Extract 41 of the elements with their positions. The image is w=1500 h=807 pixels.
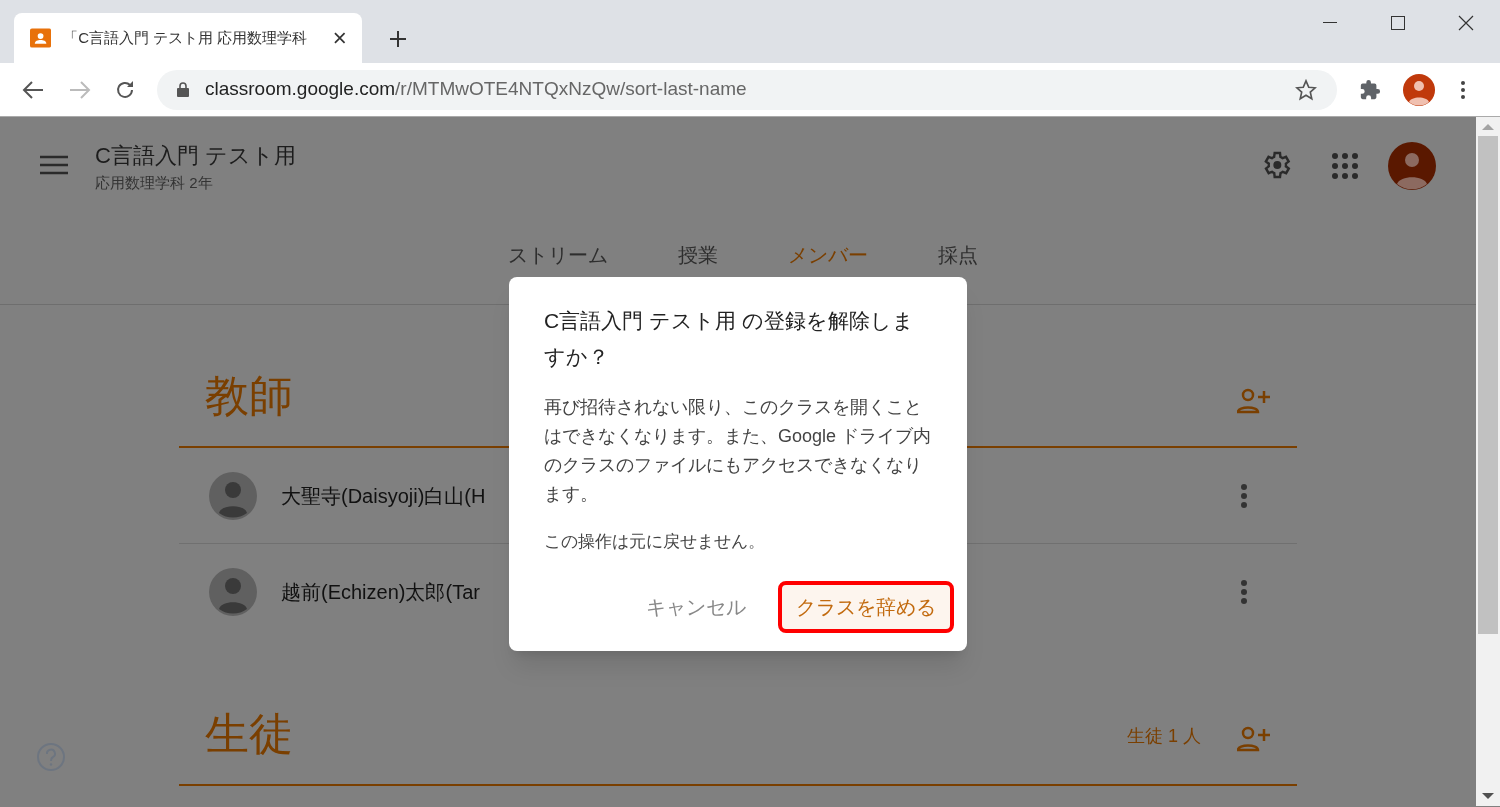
scroll-down-icon[interactable]: [1482, 793, 1494, 800]
avatar-icon[interactable]: [1403, 73, 1435, 106]
leave-class-button[interactable]: クラスを辞める: [778, 580, 954, 633]
cancel-button[interactable]: キャンセル: [628, 580, 764, 633]
close-icon[interactable]: [1458, 15, 1474, 31]
url-text: classroom.google.com/r/MTMwOTE4NTQxNzQw/sort-last-name: [205, 77, 747, 102]
puzzle-icon[interactable]: [1359, 78, 1381, 101]
nav-tab[interactable]: 授業: [678, 240, 718, 270]
dialog-message: 再び招待されない限り、このクラスを開くことはできなくなります。また、Google ドライブ内のクラスのファイルにもアクセスできなくなります。: [544, 396, 933, 506]
nav-tab[interactable]: 採点: [938, 240, 978, 270]
class-section: 応用数理学科 2年: [95, 172, 296, 195]
reload-icon[interactable]: [115, 79, 135, 100]
more-icon[interactable]: [1241, 580, 1247, 604]
scrollbar-thumb[interactable]: [1478, 136, 1498, 634]
browser-tab[interactable]: 「C言語入門 テスト用 応用数理学科: [14, 13, 362, 63]
star-icon[interactable]: [1295, 78, 1317, 101]
avatar-icon: [209, 568, 257, 616]
close-icon[interactable]: [334, 32, 346, 44]
nav-tab[interactable]: ストリーム: [508, 240, 608, 270]
tab-title: 「C言語入門 テスト用 応用数理学科: [63, 27, 309, 48]
section-heading: 教師: [205, 374, 293, 418]
lock-icon: [177, 82, 189, 97]
student-count: 生徒 1 人: [1127, 725, 1201, 748]
back-icon[interactable]: [22, 80, 44, 99]
dialog-title: C言語入門 テスト用 の登録を解除しますか？: [544, 308, 915, 370]
more-icon[interactable]: [1241, 483, 1247, 508]
class-title: C言語入門 テスト用: [95, 142, 296, 170]
member-name: 大聖寺(Daisyoji)白山(H: [281, 483, 486, 509]
maximize-icon[interactable]: [1391, 16, 1405, 30]
menu-icon[interactable]: [1461, 80, 1465, 99]
classroom-icon: [30, 28, 52, 48]
section-heading: 生徒: [205, 712, 293, 756]
minimize-icon[interactable]: [1323, 22, 1337, 24]
avatar-icon[interactable]: [1388, 142, 1436, 190]
member-name: 越前(Echizen)太郎(Tar: [281, 580, 480, 605]
new-tab-icon[interactable]: [390, 31, 406, 47]
avatar-icon: [209, 471, 257, 520]
address-bar[interactable]: classroom.google.com/r/MTMwOTE4NTQxNzQw/sort-last-name: [157, 69, 1337, 110]
dialog-note: この操作は元に戻せません。: [544, 531, 766, 553]
apps-icon[interactable]: [1332, 153, 1358, 179]
nav-tab[interactable]: メンバー: [788, 240, 868, 270]
